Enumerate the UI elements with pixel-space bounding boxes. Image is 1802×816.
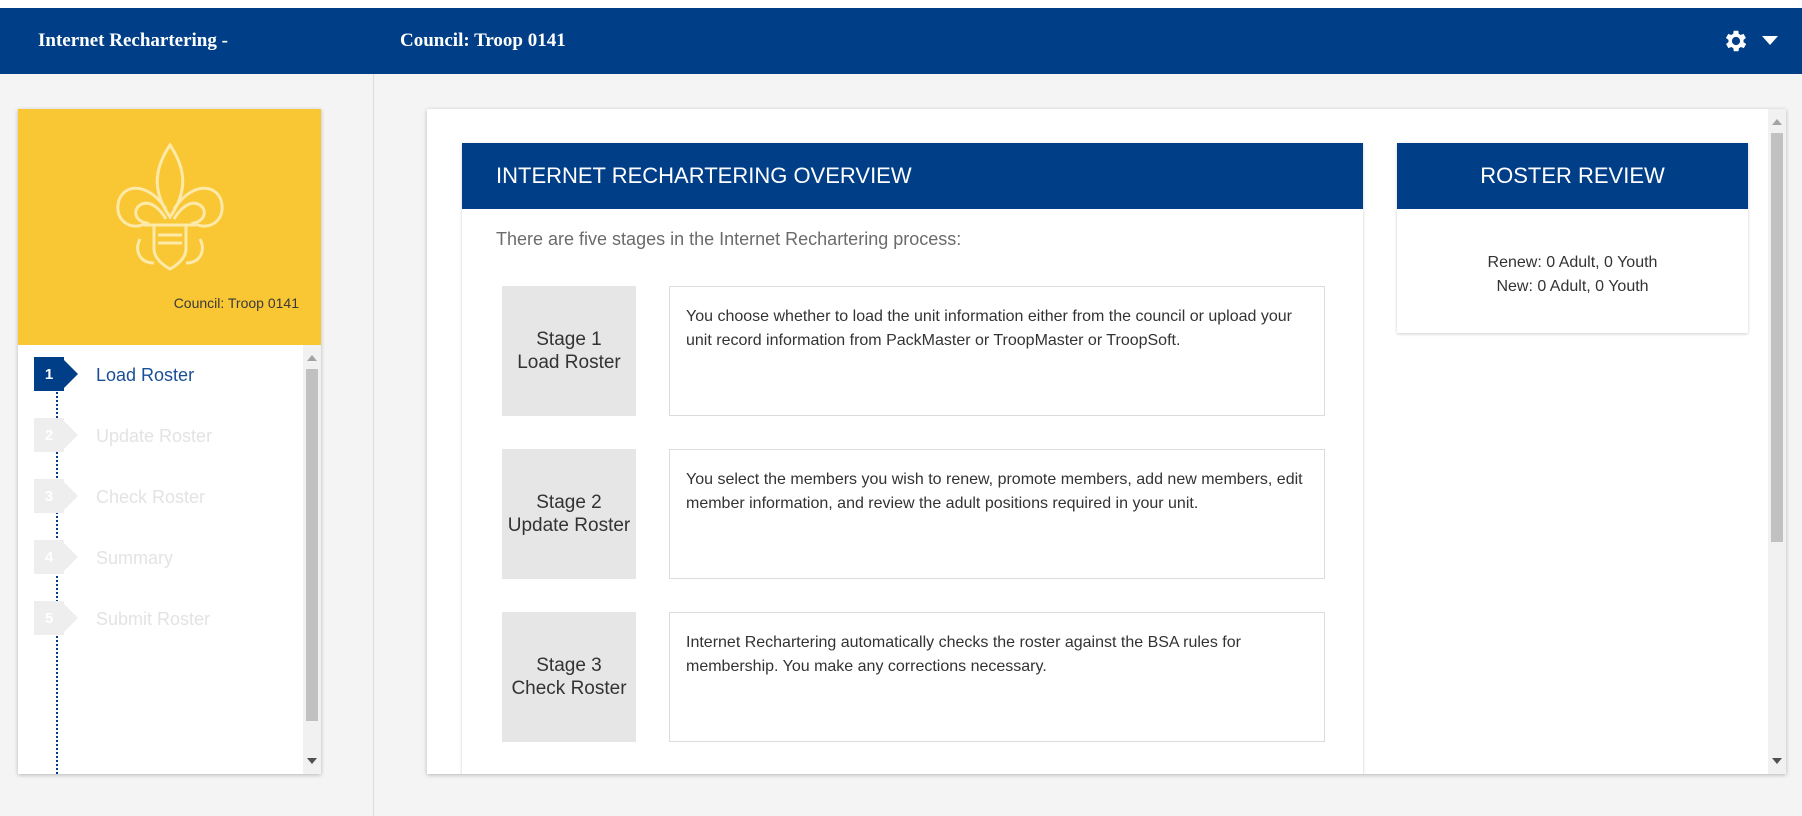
roster-review-panel: ROSTER REVIEW Renew: 0 Adult, 0 Youth Ne… <box>1397 143 1748 333</box>
main-scrollbar[interactable] <box>1768 109 1786 774</box>
scrollbar-thumb[interactable] <box>306 369 318 721</box>
column-divider <box>373 74 374 816</box>
step-update-roster[interactable]: 2 Update Roster <box>18 418 321 479</box>
roster-review-title: ROSTER REVIEW <box>1397 143 1748 209</box>
overview-intro: There are five stages in the Internet Re… <box>496 229 962 249</box>
stage-card: Stage 2 Update Roster You select the mem… <box>502 449 1325 579</box>
step-label: Summary <box>96 548 174 568</box>
sidebar-council: Council: Troop 0141 <box>173 295 299 311</box>
stage-number: Stage 3 <box>536 655 602 676</box>
overview-panel: INTERNET RECHARTERING OVERVIEW There are… <box>462 143 1363 774</box>
overview-title: INTERNET RECHARTERING OVERVIEW <box>462 143 1363 209</box>
stage-number: Stage 1 <box>536 329 602 350</box>
sidebar-header: Council: Troop 0141 <box>18 109 321 345</box>
step-number-badge: 1 <box>34 357 78 391</box>
stage-name: Check Roster <box>511 678 627 699</box>
step-list: 1 Load Roster 2 Update Roster 3 Check Ro… <box>18 345 321 774</box>
header-council: Council: Troop 0141 <box>400 30 566 51</box>
step-label: Load Roster <box>96 365 195 385</box>
scroll-down-icon[interactable] <box>307 758 317 764</box>
stage-card: Stage 3 Check Roster Internet Recharteri… <box>502 612 1325 742</box>
stage-label-box: Stage 3 Check Roster <box>502 612 636 742</box>
top-bar: Internet Rechartering - Council: Troop 0… <box>0 0 1802 74</box>
settings-menu[interactable] <box>1722 26 1780 56</box>
roster-counts: Renew: 0 Adult, 0 Youth New: 0 Adult, 0 … <box>1397 251 1748 299</box>
step-label: Check Roster <box>96 487 206 507</box>
sidebar: Council: Troop 0141 1 Load Roster 2 Upda… <box>18 109 321 774</box>
bsa-fleur-de-lis-logo <box>116 142 224 271</box>
stage-name: Update Roster <box>507 515 631 536</box>
top-bar-inner: Internet Rechartering - Council: Troop 0… <box>0 8 1802 74</box>
step-number-badge: 4 <box>34 540 78 574</box>
scroll-down-icon[interactable] <box>1772 758 1782 764</box>
step-submit-roster[interactable]: 5 Submit Roster <box>18 601 321 662</box>
sidebar-scrollbar[interactable] <box>303 345 321 774</box>
new-count: New: 0 Adult, 0 Youth <box>1496 278 1649 295</box>
caret-down-icon[interactable] <box>1760 35 1780 47</box>
step-check-roster[interactable]: 3 Check Roster <box>18 479 321 540</box>
renew-count: Renew: 0 Adult, 0 Youth <box>1487 254 1658 271</box>
step-summary[interactable]: 4 Summary <box>18 540 321 601</box>
step-number-badge: 3 <box>34 479 78 513</box>
stage-number: Stage 2 <box>536 492 602 513</box>
gear-icon[interactable] <box>1722 27 1750 55</box>
stage-description: You choose whether to load the unit info… <box>669 286 1325 416</box>
stage-description: Internet Rechartering automatically chec… <box>669 612 1325 742</box>
step-number-badge: 5 <box>34 601 78 635</box>
scroll-up-icon[interactable] <box>307 355 317 361</box>
step-label: Submit Roster <box>96 609 211 629</box>
scrollbar-thumb[interactable] <box>1771 133 1783 542</box>
main-content: INTERNET RECHARTERING OVERVIEW There are… <box>427 109 1786 774</box>
stage-label-box: Stage 2 Update Roster <box>502 449 636 579</box>
step-label: Update Roster <box>96 426 213 446</box>
stage-card: Stage 1 Load Roster You choose whether t… <box>502 286 1325 416</box>
stage-name: Load Roster <box>517 352 621 373</box>
step-load-roster[interactable]: 1 Load Roster <box>18 357 321 418</box>
stage-description: You select the members you wish to renew… <box>669 449 1325 579</box>
app-title[interactable]: Internet Rechartering - <box>38 30 228 52</box>
stage-label-box: Stage 1 Load Roster <box>502 286 636 416</box>
step-number-badge: 2 <box>34 418 78 452</box>
scroll-up-icon[interactable] <box>1772 119 1782 125</box>
